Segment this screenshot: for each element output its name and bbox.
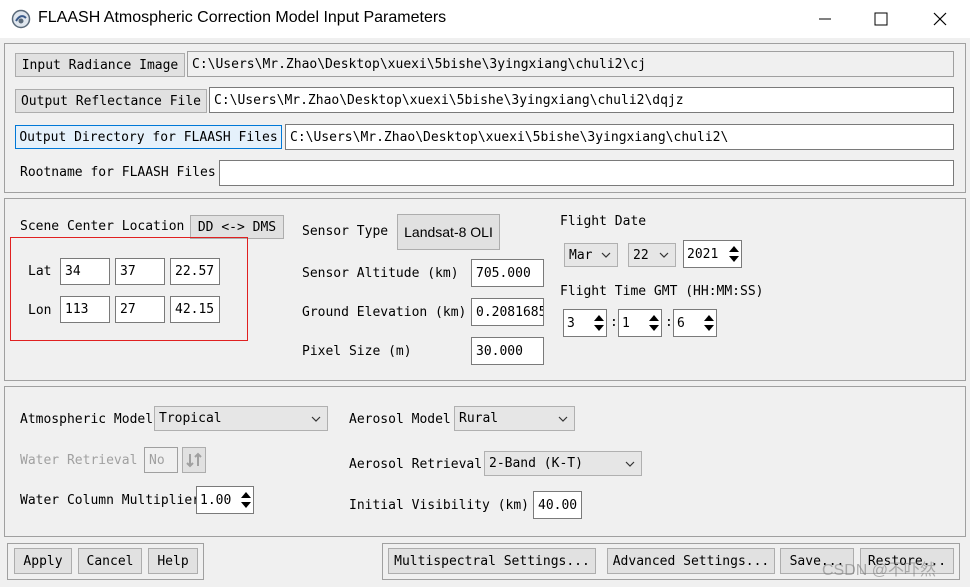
flight-second-value: 6	[677, 315, 685, 331]
chevron-down-icon	[601, 252, 611, 258]
flight-hour-value: 3	[567, 315, 575, 331]
flight-hour-spinner[interactable]: 3	[563, 309, 607, 337]
minimize-button[interactable]	[797, 0, 853, 38]
scene-center-label: Scene Center Location	[20, 219, 185, 234]
sensor-altitude-field[interactable]: 705.000	[471, 259, 544, 287]
help-button[interactable]: Help	[148, 548, 198, 574]
aerosol-model-select[interactable]: Rural	[454, 406, 575, 431]
lat-seconds-field[interactable]: 22.57	[170, 258, 220, 285]
output-directory-field[interactable]: C:\Users\Mr.Zhao\Desktop\xuexi\5bishe\3y…	[285, 124, 954, 150]
flight-second-spinner[interactable]: 6	[673, 309, 717, 337]
output-reflectance-field[interactable]: C:\Users\Mr.Zhao\Desktop\xuexi\5bishe\3y…	[209, 87, 954, 113]
sensor-type-button[interactable]: Landsat-8 OLI	[397, 214, 500, 250]
water-column-spinner[interactable]: 1.00	[196, 486, 254, 514]
sensor-altitude-label: Sensor Altitude (km)	[302, 266, 459, 281]
lon-seconds-field[interactable]: 42.15	[170, 296, 220, 323]
spin-updown-icon	[704, 315, 714, 331]
spin-updown-icon	[729, 246, 739, 262]
lon-minutes-field[interactable]: 27	[115, 296, 165, 323]
flight-month-select[interactable]: Mar	[564, 243, 618, 267]
aerosol-model-value: Rural	[459, 411, 499, 426]
atmospheric-model-select[interactable]: Tropical	[154, 406, 328, 431]
lat-label: Lat	[28, 264, 52, 279]
spin-updown-icon	[594, 315, 604, 331]
pixel-size-field[interactable]: 30.000	[471, 337, 544, 365]
aerosol-retrieval-select[interactable]: 2-Band (K-T)	[484, 451, 642, 476]
spin-updown-icon	[649, 315, 659, 331]
apply-button[interactable]: Apply	[14, 548, 72, 574]
spin-arrows[interactable]	[702, 310, 716, 336]
save-button[interactable]: Save...	[780, 548, 854, 574]
water-retrieval-field: No	[144, 447, 178, 473]
flight-month-value: Mar	[569, 247, 593, 263]
aerosol-model-label: Aerosol Model	[349, 412, 451, 427]
sensor-type-label: Sensor Type	[302, 224, 389, 239]
maximize-button[interactable]	[853, 0, 909, 38]
chevron-down-icon	[311, 416, 321, 422]
toggle-arrows-icon	[186, 452, 202, 468]
restore-button[interactable]: Restore...	[860, 548, 954, 574]
time-separator: :	[610, 315, 618, 330]
lon-label: Lon	[28, 303, 52, 318]
initial-visibility-label: Initial Visibility (km)	[349, 498, 530, 513]
advanced-settings-button[interactable]: Advanced Settings...	[607, 548, 775, 574]
flight-minute-value: 1	[622, 315, 630, 331]
water-retrieval-toggle	[182, 447, 206, 473]
maximize-icon	[874, 12, 888, 26]
water-column-label: Water Column Multiplier	[20, 493, 201, 508]
window-title: FLAASH Atmospheric Correction Model Inpu…	[38, 9, 447, 26]
input-radiance-button[interactable]: Input Radiance Image	[15, 53, 185, 77]
close-button[interactable]	[912, 0, 968, 38]
ground-elevation-label: Ground Elevation (km)	[302, 305, 467, 320]
initial-visibility-field[interactable]: 40.00	[533, 491, 582, 519]
atmospheric-model-label: Atmospheric Model	[20, 412, 154, 427]
flight-minute-spinner[interactable]: 1	[618, 309, 662, 337]
pixel-size-label: Pixel Size (m)	[302, 344, 412, 359]
multispectral-settings-button[interactable]: Multispectral Settings...	[388, 548, 596, 574]
lon-degrees-field[interactable]: 113	[60, 296, 110, 323]
chevron-down-icon	[625, 461, 635, 467]
envi-app-icon	[11, 9, 31, 29]
dd-dms-toggle-button[interactable]: DD <-> DMS	[190, 215, 284, 239]
cancel-button[interactable]: Cancel	[78, 548, 142, 574]
water-column-value: 1.00	[200, 492, 232, 508]
input-radiance-field[interactable]: C:\Users\Mr.Zhao\Desktop\xuexi\5bishe\3y…	[187, 51, 954, 77]
output-reflectance-button[interactable]: Output Reflectance File	[15, 89, 207, 113]
lat-degrees-field[interactable]: 34	[60, 258, 110, 285]
ground-elevation-field[interactable]: 0.2081685	[471, 298, 544, 326]
atmospheric-model-value: Tropical	[159, 411, 222, 426]
flight-date-label: Flight Date	[560, 214, 647, 229]
minimize-icon	[819, 18, 831, 20]
flight-day-value: 22	[633, 247, 649, 263]
flight-day-select[interactable]: 22	[628, 243, 676, 267]
chevron-down-icon	[558, 416, 568, 422]
lat-minutes-field[interactable]: 37	[115, 258, 165, 285]
highlight-annotation-box	[10, 237, 248, 341]
rootname-label: Rootname for FLAASH Files	[20, 165, 216, 180]
spin-arrows[interactable]	[592, 310, 606, 336]
spin-updown-icon	[241, 492, 251, 508]
water-retrieval-label: Water Retrieval	[20, 453, 138, 468]
spin-arrows[interactable]	[647, 310, 661, 336]
rootname-field[interactable]	[219, 160, 954, 186]
flight-year-spinner[interactable]: 2021	[683, 240, 742, 268]
aerosol-retrieval-value: 2-Band (K-T)	[489, 456, 583, 471]
chevron-down-icon	[659, 252, 669, 258]
close-icon	[933, 12, 947, 26]
output-directory-button[interactable]: Output Directory for FLAASH Files	[15, 125, 282, 149]
flight-time-label: Flight Time GMT (HH:MM:SS)	[560, 284, 764, 299]
time-separator: :	[665, 315, 673, 330]
spin-arrows[interactable]	[727, 241, 741, 267]
aerosol-retrieval-label: Aerosol Retrieval	[349, 457, 483, 472]
spin-arrows[interactable]	[239, 487, 253, 513]
flight-year-value: 2021	[687, 246, 719, 262]
